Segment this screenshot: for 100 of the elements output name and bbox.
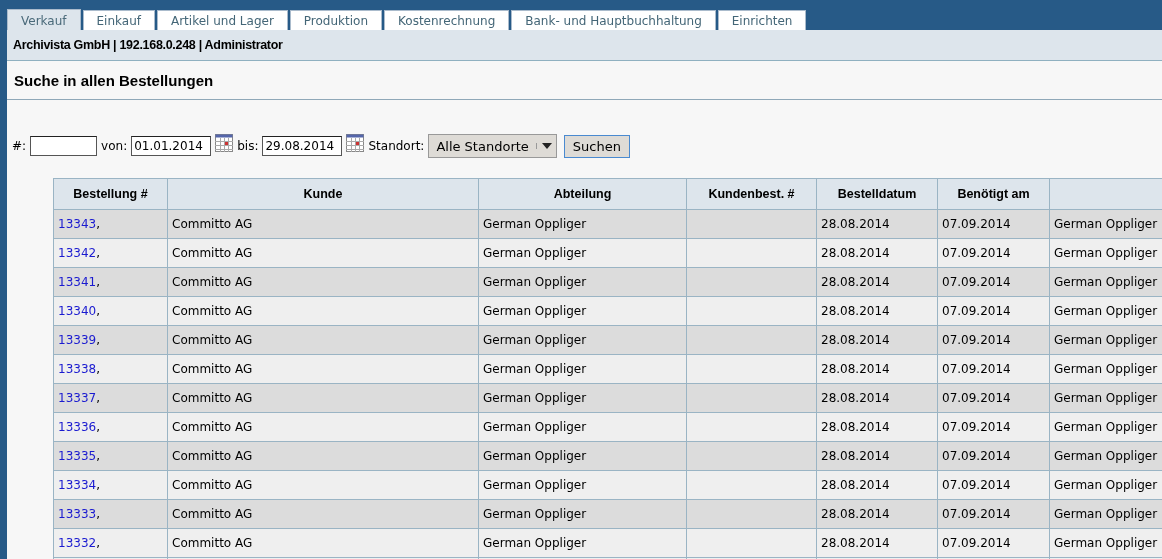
table-cell: Committo AG xyxy=(167,209,479,239)
table-cell: German Oppliger xyxy=(1049,412,1162,442)
table-cell: German Oppliger xyxy=(478,209,687,239)
page-title: Suche in allen Bestellungen xyxy=(14,71,214,89)
order-link[interactable]: 13342 xyxy=(58,246,97,260)
table-cell: Committo AG xyxy=(167,412,479,442)
table-cell: 07.09.2014 xyxy=(937,499,1050,529)
nav-tab[interactable]: Bank- und Hauptbuchhaltung xyxy=(511,10,716,31)
table-cell: German Oppliger xyxy=(1049,238,1162,268)
nav-tab[interactable]: Verkauf xyxy=(7,9,81,31)
table-cell: Committo AG xyxy=(167,441,479,471)
nav-tab[interactable]: Einkauf xyxy=(82,10,155,31)
table-cell: 07.09.2014 xyxy=(937,209,1050,239)
table-cell: 28.08.2014 xyxy=(816,325,938,355)
table-cell: German Oppliger xyxy=(478,325,687,355)
table-cell: German Oppliger xyxy=(478,383,687,413)
table-cell: German Oppliger xyxy=(1049,499,1162,529)
location-label: Standort: xyxy=(368,139,425,153)
order-link[interactable]: 13337 xyxy=(58,391,97,405)
table-cell: 28.08.2014 xyxy=(816,383,938,413)
column-header: Benötigt am xyxy=(937,178,1050,210)
separator-text: , xyxy=(96,507,100,521)
from-date-field[interactable]: 01.01.2014 xyxy=(131,136,212,156)
table-cell: Committo AG xyxy=(167,470,479,500)
order-link[interactable]: 13332 xyxy=(58,536,97,550)
table-cell: German Oppliger xyxy=(1049,383,1162,413)
table-cell: 07.09.2014 xyxy=(937,528,1050,558)
separator-text: , xyxy=(96,536,100,550)
separator-text: , xyxy=(96,420,100,434)
table-cell: 07.09.2014 xyxy=(937,383,1050,413)
table-cell: German Oppliger xyxy=(1049,441,1162,471)
table-cell: 07.09.2014 xyxy=(937,325,1050,355)
column-header: Bestellung # xyxy=(53,178,168,210)
table-cell: German Oppliger xyxy=(478,470,687,500)
table-cell: German Oppliger xyxy=(1049,267,1162,297)
separator-text: , xyxy=(96,449,100,463)
info-bar: Archivista GmbH | 192.168.0.248 | Administrator xyxy=(7,30,1162,61)
table-cell: Committo AG xyxy=(167,325,479,355)
calendar-icon[interactable] xyxy=(346,134,365,152)
separator-text: , xyxy=(96,333,100,347)
table-cell: German Oppliger xyxy=(478,441,687,471)
separator-text: , xyxy=(96,275,100,289)
table-cell: 07.09.2014 xyxy=(937,267,1050,297)
table-cell: German Oppliger xyxy=(478,354,687,384)
calendar-icon[interactable] xyxy=(215,134,234,152)
table-cell: German Oppliger xyxy=(478,499,687,529)
table-cell: 28.08.2014 xyxy=(816,499,938,529)
location-dropdown[interactable]: Alle Standorte xyxy=(428,134,557,158)
separator-text: , xyxy=(96,391,100,405)
table-cell: German Oppliger xyxy=(1049,354,1162,384)
table-cell: 07.09.2014 xyxy=(937,441,1050,471)
table-cell: German Oppliger xyxy=(1049,296,1162,326)
order-link[interactable]: 13333 xyxy=(58,507,97,521)
nav-tab[interactable]: Kostenrechnung xyxy=(384,10,510,31)
table-cell: Committo AG xyxy=(167,528,479,558)
table-cell: Committo AG xyxy=(167,296,479,326)
separator-text: , xyxy=(96,362,100,376)
number-input-field[interactable] xyxy=(30,136,98,156)
table-cell: 28.08.2014 xyxy=(816,528,938,558)
order-link[interactable]: 13341 xyxy=(58,275,97,289)
number-label: #: xyxy=(12,139,27,153)
table-cell: German Oppliger xyxy=(1049,470,1162,500)
table-cell: Committo AG xyxy=(167,499,479,529)
table-cell: German Oppliger xyxy=(478,267,687,297)
table-cell: 28.08.2014 xyxy=(816,412,938,442)
to-label: bis: xyxy=(237,139,259,153)
column-header: Abteilung xyxy=(478,178,687,210)
table-cell: 28.08.2014 xyxy=(816,238,938,268)
column-header: Bestelldatum xyxy=(816,178,938,210)
table-cell: 28.08.2014 xyxy=(816,296,938,326)
table-cell: German Oppliger xyxy=(478,238,687,268)
table-cell: 07.09.2014 xyxy=(937,296,1050,326)
table-cell: German Oppliger xyxy=(478,528,687,558)
order-link[interactable]: 13343 xyxy=(58,217,97,231)
table-cell: 28.08.2014 xyxy=(816,470,938,500)
order-link[interactable]: 13339 xyxy=(58,333,97,347)
order-link[interactable]: 13335 xyxy=(58,449,97,463)
search-button[interactable]: Suchen xyxy=(563,134,630,158)
table-cell: Committo AG xyxy=(167,238,479,268)
separator-text: , xyxy=(96,478,100,492)
nav-tab[interactable]: Artikel und Lager xyxy=(156,10,288,31)
table-cell: German Oppliger xyxy=(1049,209,1162,239)
table-cell: 28.08.2014 xyxy=(816,209,938,239)
order-link[interactable]: 13340 xyxy=(58,304,97,318)
table-cell: 28.08.2014 xyxy=(816,441,938,471)
nav-tab[interactable]: Produktion xyxy=(289,10,383,31)
table-cell: 07.09.2014 xyxy=(937,354,1050,384)
to-date-field[interactable]: 29.08.2014 xyxy=(262,136,343,156)
table-cell: Committo AG xyxy=(167,267,479,297)
separator-text: , xyxy=(96,304,100,318)
table-cell: German Oppliger xyxy=(1049,325,1162,355)
column-header: Kundenbest. # xyxy=(686,178,817,210)
separator-text: , xyxy=(96,217,100,231)
nav-tab[interactable]: Einrichten xyxy=(717,10,807,31)
table-cell: 28.08.2014 xyxy=(816,267,938,297)
table-cell: German Oppliger xyxy=(478,296,687,326)
table-cell: Committo AG xyxy=(167,354,479,384)
table-cell: German Oppliger xyxy=(1049,528,1162,558)
table-cell: 28.08.2014 xyxy=(816,354,938,384)
separator-text: , xyxy=(96,246,100,260)
